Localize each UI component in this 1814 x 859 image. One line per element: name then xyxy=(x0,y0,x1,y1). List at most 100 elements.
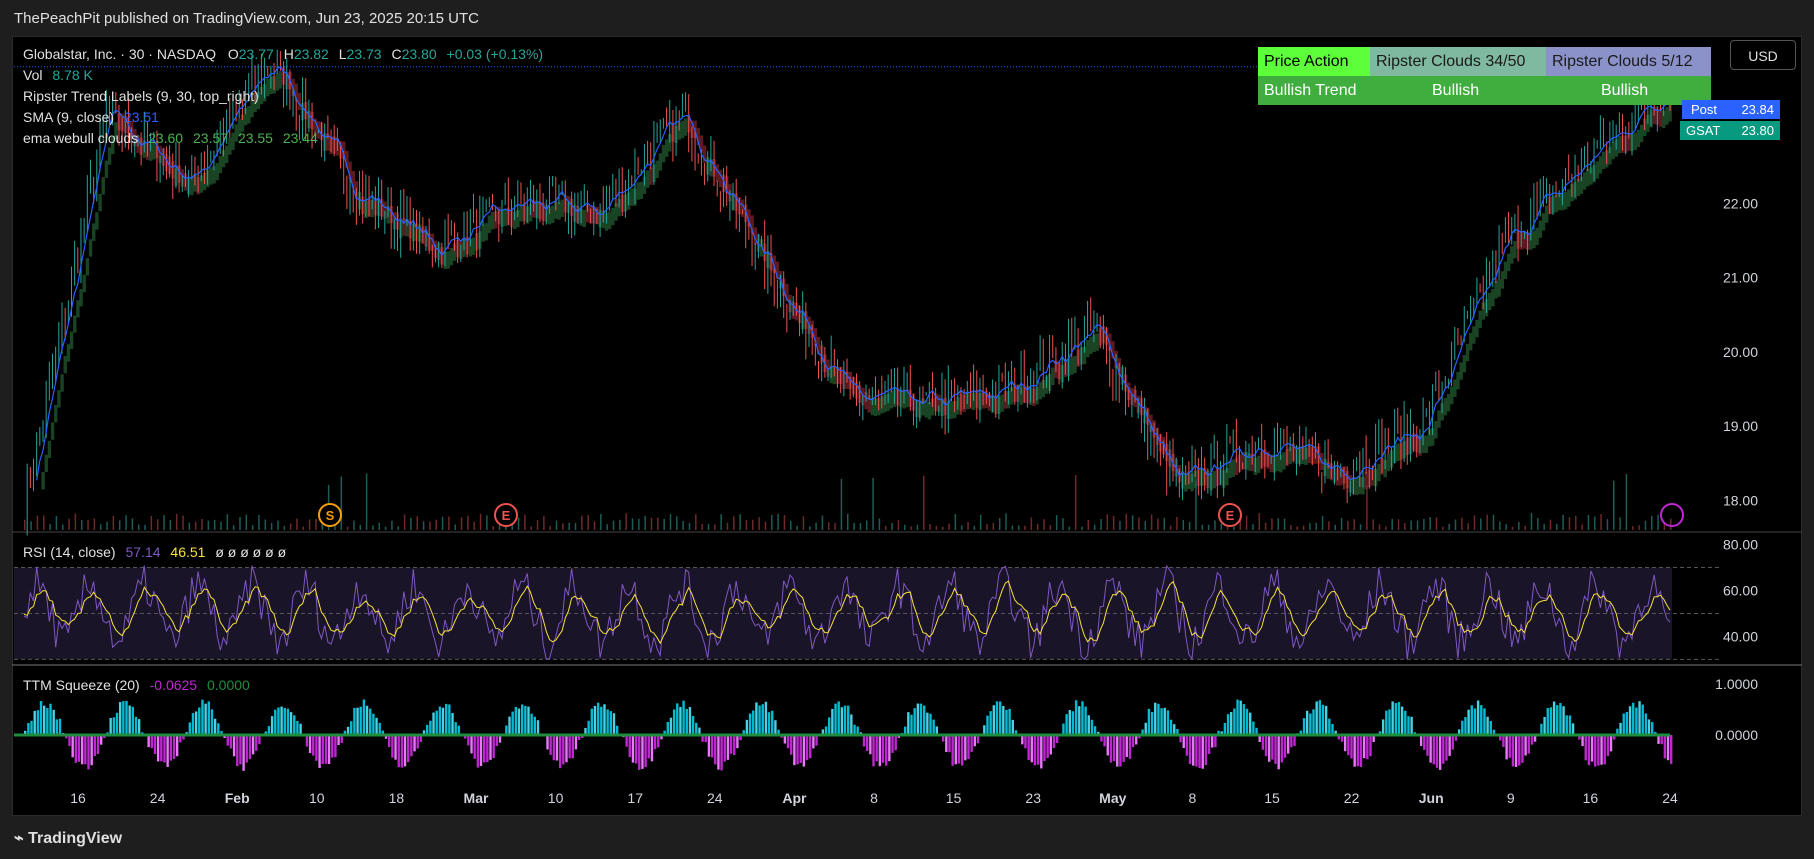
ttm-histogram-bar xyxy=(1581,735,1584,747)
volume-bar xyxy=(410,517,412,530)
volume-bar xyxy=(1233,526,1235,530)
volume-bar xyxy=(194,521,197,530)
ttm-histogram-bar xyxy=(210,709,214,735)
ttm-histogram-bar xyxy=(1324,705,1328,735)
ttm-histogram-bar xyxy=(365,705,369,735)
ttm-value: -0.0625 xyxy=(149,677,198,693)
volume-bar xyxy=(131,518,134,530)
chart-canvas[interactable]: 23.0022.0021.0020.0019.0018.0080.0060.00… xyxy=(0,0,1814,859)
volume-bar xyxy=(1524,525,1526,530)
volume-bar xyxy=(929,524,931,530)
volume-bar xyxy=(473,521,475,530)
ema-cloud-segment xyxy=(1586,168,1590,187)
volume-bar xyxy=(1486,514,1488,530)
volume-bar xyxy=(1480,518,1482,530)
ttm-histogram-bar xyxy=(270,716,274,735)
volume-bar xyxy=(1271,518,1273,530)
ema-cloud-segment xyxy=(1475,319,1479,338)
ttm-histogram-bar xyxy=(1150,711,1154,735)
volume-bar xyxy=(1328,521,1330,530)
ttm-histogram-bar xyxy=(1195,735,1198,767)
ttm-histogram-bar xyxy=(489,735,492,760)
volume-bar xyxy=(1638,525,1640,530)
ttm-histogram-bar xyxy=(847,705,850,735)
ema-cloud-segment xyxy=(88,239,93,257)
ttm-histogram-bar xyxy=(793,735,796,766)
volume-bar xyxy=(1587,514,1590,530)
volume-bar xyxy=(296,518,298,530)
ttm-histogram-bar xyxy=(1521,735,1524,763)
volume-bar xyxy=(1049,525,1052,530)
ttm-histogram-bar xyxy=(280,706,283,735)
rsi-label: RSI (14, close) xyxy=(23,544,116,560)
volume-bar xyxy=(840,478,843,530)
volume-bar xyxy=(1150,514,1153,530)
ttm-histogram-bar xyxy=(853,724,856,735)
ttm-histogram-bar xyxy=(733,735,736,756)
volume-bar xyxy=(979,514,982,530)
volume-bar xyxy=(1442,526,1444,530)
volume-bar xyxy=(581,515,583,530)
ttm-histogram-bar xyxy=(350,721,353,735)
x-axis-tick: 23 xyxy=(1025,790,1041,806)
ttm-histogram-bar xyxy=(1587,735,1591,766)
ttm-histogram-bar xyxy=(194,711,198,735)
table-header-price-action: Price Action xyxy=(1258,47,1370,76)
ttm-histogram-bar xyxy=(293,715,296,735)
volume-bar xyxy=(536,520,539,530)
ema-cloud-segment xyxy=(82,274,86,293)
volume-bar xyxy=(549,526,551,530)
ttm-histogram-bar xyxy=(388,735,391,748)
ttm-histogram-bar xyxy=(1625,712,1629,735)
ttm-histogram-bar xyxy=(1312,709,1315,735)
currency-button[interactable]: USD xyxy=(1730,40,1796,70)
volume-bar xyxy=(1112,516,1115,530)
ttm-histogram-bar xyxy=(517,708,521,735)
ttm-histogram-bar xyxy=(112,717,116,735)
ttm-histogram-bar xyxy=(571,735,575,759)
volume-bar xyxy=(1125,513,1128,530)
ttm-histogram-bar xyxy=(334,735,337,758)
volume-bar xyxy=(1144,521,1147,530)
ttm-histogram-bar xyxy=(1182,735,1185,749)
volume-bar xyxy=(258,514,260,530)
ttm-histogram-bar xyxy=(1318,700,1322,735)
ttm-histogram-bar xyxy=(1087,715,1090,735)
volume-bar xyxy=(441,516,444,530)
volume-bar xyxy=(695,514,697,530)
ttm-histogram-bar xyxy=(745,719,749,735)
ttm-histogram-bar xyxy=(1109,735,1113,763)
volume-bar xyxy=(1518,521,1520,530)
volume-bar xyxy=(1277,518,1279,530)
ema-cloud-segment xyxy=(1212,470,1216,489)
ema-cloud-segment xyxy=(1617,135,1622,154)
ttm-histogram-bar xyxy=(394,735,397,760)
ttm-histogram-bar xyxy=(1603,735,1606,765)
ttm-histogram-bar xyxy=(922,705,926,735)
ema-cloud-segment xyxy=(60,374,64,392)
ttm-histogram-bar xyxy=(416,735,419,749)
volume-bar xyxy=(1036,523,1039,530)
ttm-histogram-bar xyxy=(511,711,514,735)
ttm-histogram-bar xyxy=(172,735,176,759)
volume-bar xyxy=(739,514,741,530)
ttm-histogram-bar xyxy=(695,722,698,735)
volume-bar xyxy=(1309,523,1311,530)
volume-bar xyxy=(1220,523,1223,530)
ttm-histogram-bar xyxy=(916,703,920,735)
volume-bar xyxy=(150,515,153,530)
ema-cloud-segment xyxy=(63,355,67,374)
volume-bar xyxy=(644,515,646,530)
ema-cloud-segment xyxy=(1472,326,1476,344)
ttm-histogram-bar xyxy=(245,735,248,763)
ttm-histogram-bar xyxy=(109,717,112,735)
ttm-histogram-bar xyxy=(1192,735,1195,766)
ttm-histogram-bar xyxy=(226,735,229,746)
ttm-histogram-bar xyxy=(1011,719,1014,735)
ttm-histogram-bar xyxy=(251,735,255,755)
ema-cloud-segment xyxy=(658,153,663,171)
ttm-histogram-bar xyxy=(356,707,359,735)
volume-bar xyxy=(207,520,210,530)
ttm-histogram-bar xyxy=(676,703,679,735)
ema-cloud-segment xyxy=(449,247,454,266)
